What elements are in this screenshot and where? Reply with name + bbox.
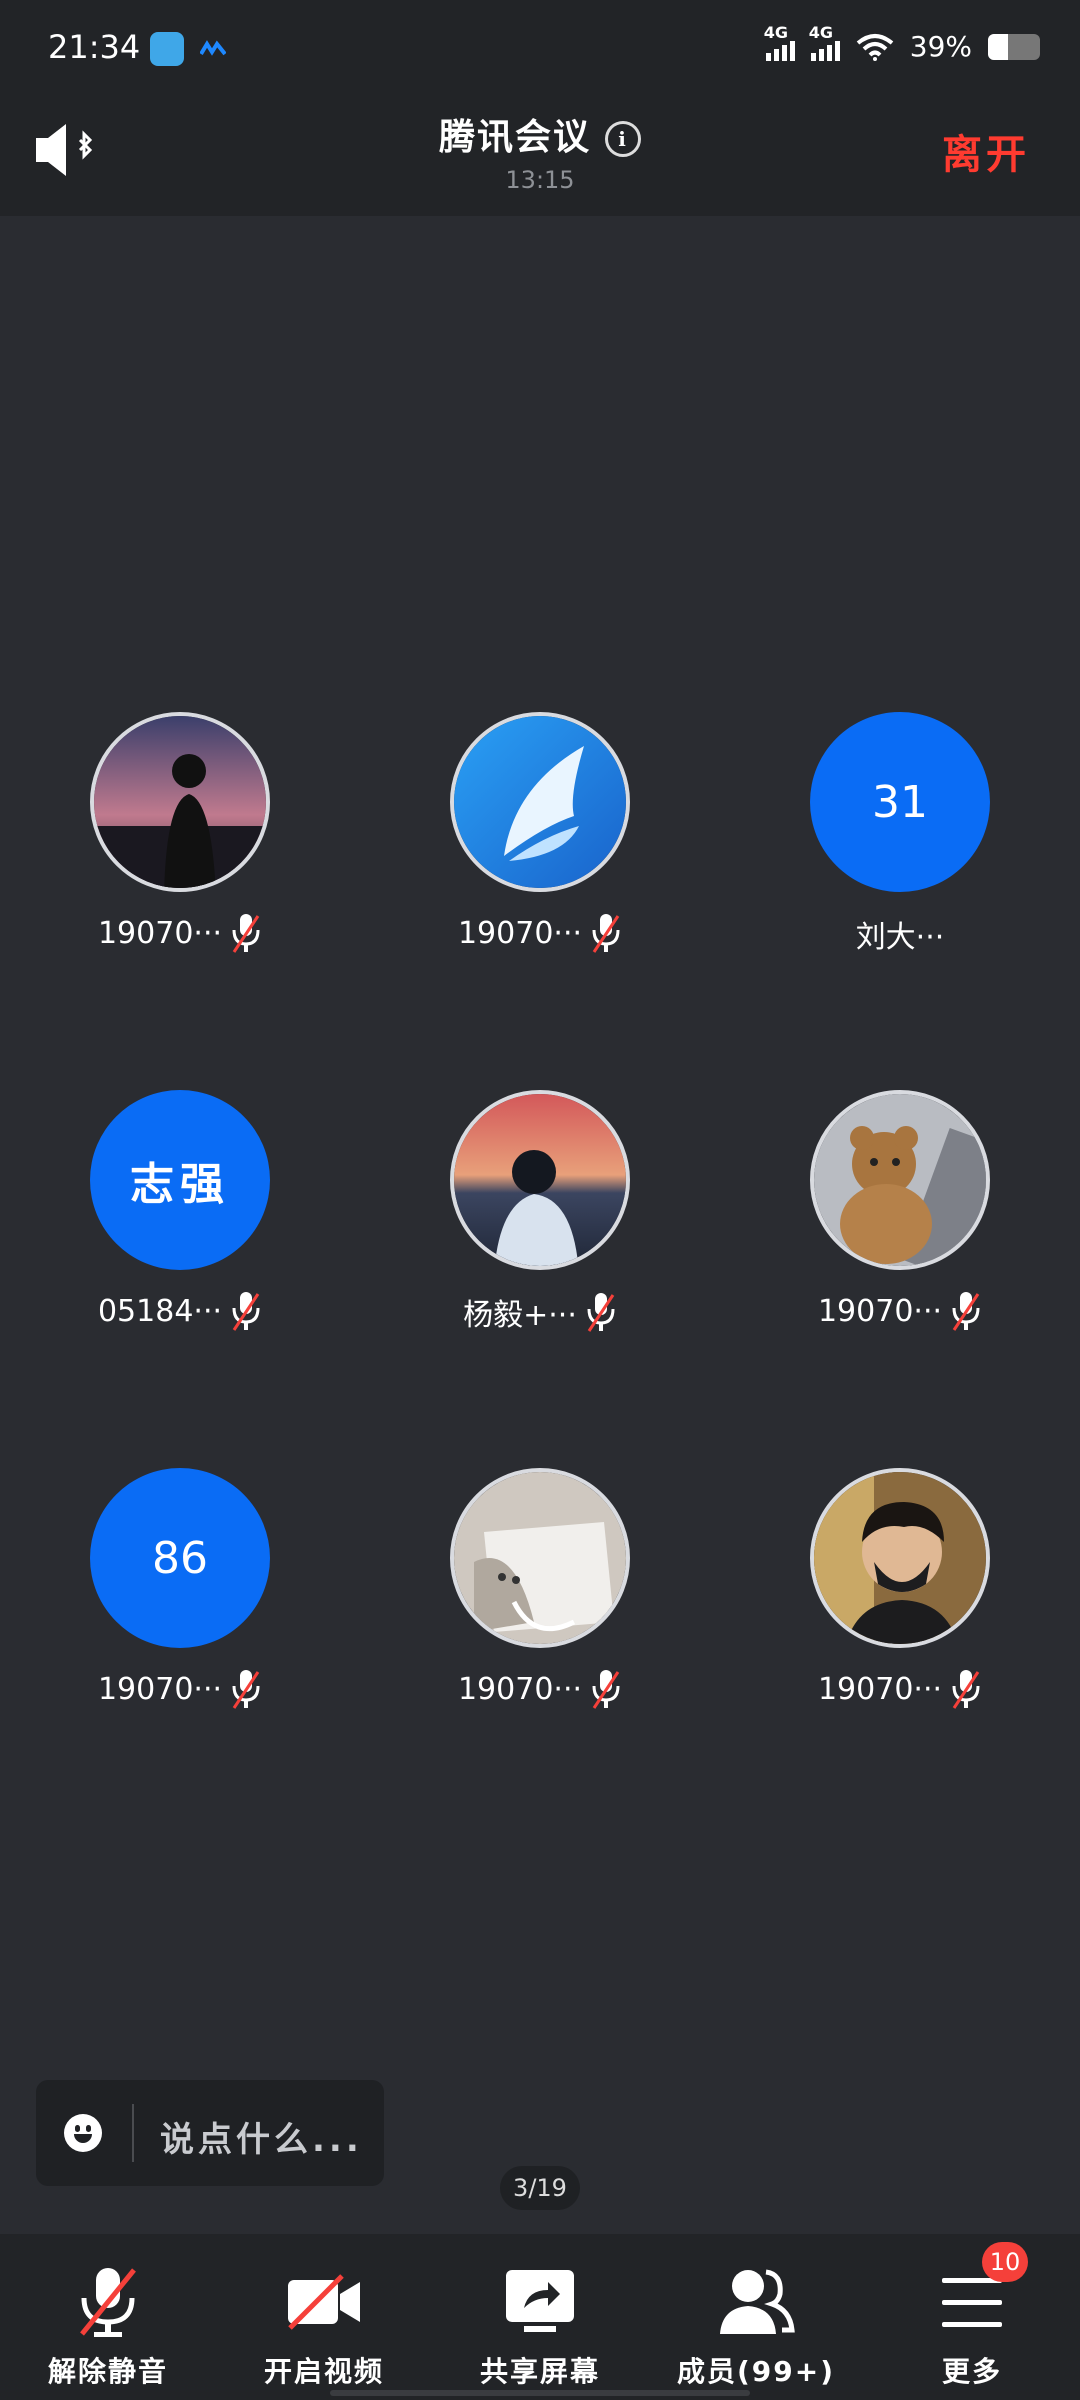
participant-name-row: 19070··· [720, 1668, 1080, 1710]
network-type-1: 4G [763, 22, 789, 42]
avatar [90, 712, 270, 892]
status-bar: 21:34 4G 4G 39% [0, 0, 1080, 100]
leave-button[interactable]: 离开 [942, 122, 1030, 180]
participant-name-row: 杨毅+··· [360, 1290, 720, 1334]
participant-name: 19070··· [457, 1671, 583, 1707]
mic-muted-icon [587, 1293, 615, 1332]
battery-icon [988, 33, 1040, 60]
network-type-2: 4G [808, 22, 834, 42]
participant-name-row: 19070··· [360, 1668, 720, 1710]
participant-name-row: 19070··· [0, 1668, 360, 1710]
info-icon[interactable]: i [605, 121, 641, 157]
chat-placeholder[interactable]: 说点什么... [160, 2112, 363, 2161]
participant-name-row: 刘大··· [720, 912, 1080, 956]
chat-input-box[interactable]: 说点什么... [36, 2080, 384, 2186]
status-right-group: 4G 4G 39% [764, 23, 1040, 63]
mic-muted-icon [592, 914, 620, 953]
battery-fill [988, 33, 1009, 60]
share-screen-button[interactable]: 共享屏幕 [432, 2234, 648, 2400]
members-label: 成员(99+) [676, 2355, 836, 2388]
mic-muted-icon [232, 914, 260, 953]
share-screen-label: 共享屏幕 [479, 2355, 600, 2388]
page-indicator: 3/19 [500, 2166, 580, 2210]
participant-name: 05184··· [97, 1293, 223, 1329]
unmute-label: 解除静音 [47, 2355, 168, 2388]
video-off-icon [288, 2274, 360, 2330]
avatar [450, 1468, 630, 1648]
avatar: 86 [90, 1468, 270, 1648]
start-video-button[interactable]: 开启视频 [216, 2234, 432, 2400]
participant-name-row: 19070··· [0, 912, 360, 954]
mic-muted-icon [952, 1670, 980, 1709]
avatar: 志强 [90, 1090, 270, 1270]
notification-app-icon [150, 32, 184, 66]
meeting-title-text: 腾讯会议 [438, 117, 591, 158]
avatar [810, 1468, 990, 1648]
participant-name: 19070··· [817, 1671, 943, 1707]
meeting-title[interactable]: 腾讯会议 i [0, 108, 1080, 160]
start-video-label: 开启视频 [263, 2355, 384, 2388]
participant-name: 杨毅+··· [463, 1298, 577, 1333]
wifi-icon [856, 33, 894, 61]
chat-divider [132, 2104, 134, 2162]
mic-muted-icon [80, 2268, 136, 2337]
participant-name-row: 19070··· [360, 912, 720, 954]
more-button[interactable]: 10 更多 [864, 2234, 1080, 2400]
bottom-toolbar: 解除静音 开启视频 共享屏幕 成员(99+) 10 更多 [0, 2234, 1080, 2400]
mic-muted-icon [232, 1670, 260, 1709]
home-indicator[interactable] [330, 2390, 750, 2396]
signal-2-icon: 4G [809, 23, 840, 61]
unmute-button[interactable]: 解除静音 [0, 2234, 216, 2400]
avatar [810, 1090, 990, 1270]
mic-muted-icon [592, 1670, 620, 1709]
participant-name-row: 19070··· [720, 1290, 1080, 1332]
participant-name: 19070··· [817, 1293, 943, 1329]
emoji-icon[interactable] [64, 2114, 102, 2152]
meeting-header: 腾讯会议 i 13:15 离开 [0, 100, 1080, 216]
participant-name: 刘大··· [855, 920, 945, 955]
battery-percent: 39% [909, 30, 972, 63]
participant-name: 19070··· [457, 915, 583, 951]
meeting-duration: 13:15 [505, 166, 575, 194]
notification-app2-icon [200, 40, 226, 56]
participant-name-row: 05184··· [0, 1290, 360, 1332]
members-button[interactable]: 成员(99+) [648, 2234, 864, 2400]
participant-name: 19070··· [97, 915, 223, 951]
avatar [450, 1090, 630, 1270]
participant-name: 19070··· [97, 1671, 223, 1707]
members-icon [720, 2269, 795, 2334]
avatar: 31 [810, 712, 990, 892]
mic-muted-icon [232, 1292, 260, 1331]
more-badge: 10 [982, 2242, 1028, 2282]
avatar [450, 712, 630, 892]
signal-1-icon: 4G [764, 23, 795, 61]
mic-muted-icon [952, 1292, 980, 1331]
status-time: 21:34 [48, 28, 141, 66]
more-label: 更多 [941, 2355, 1002, 2388]
share-screen-icon [506, 2270, 574, 2332]
